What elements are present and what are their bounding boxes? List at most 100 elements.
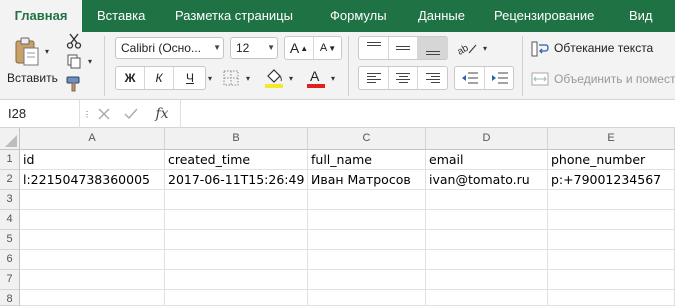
orientation-dropdown-icon[interactable]: ▾ xyxy=(480,42,490,54)
cell-a4[interactable] xyxy=(20,210,165,230)
cell-e4[interactable] xyxy=(548,210,675,230)
cell-e6[interactable] xyxy=(548,250,675,270)
borders-dropdown-icon[interactable]: ▾ xyxy=(243,72,253,84)
row-header[interactable]: 7 xyxy=(0,270,20,290)
borders-icon[interactable] xyxy=(220,68,242,88)
cell-c8[interactable] xyxy=(308,290,426,306)
name-box[interactable]: I28 xyxy=(0,100,80,128)
cell-d7[interactable] xyxy=(426,270,548,290)
paste-label[interactable]: Вставить xyxy=(7,71,58,85)
cell-b7[interactable] xyxy=(165,270,308,290)
cell-c2[interactable]: Иван Матросов xyxy=(308,170,426,190)
enter-icon[interactable] xyxy=(121,104,141,124)
select-all-corner[interactable] xyxy=(0,128,20,150)
cell-a8[interactable] xyxy=(20,290,165,306)
row-header[interactable]: 1 xyxy=(0,150,20,170)
cell-c4[interactable] xyxy=(308,210,426,230)
cell-c5[interactable] xyxy=(308,230,426,250)
name-box-dropdown-icon[interactable]: ⋮ xyxy=(82,107,92,121)
underline-button[interactable]: Ч xyxy=(174,67,206,89)
cell-c3[interactable] xyxy=(308,190,426,210)
align-top-button[interactable] xyxy=(359,37,389,59)
paste-dropdown-icon[interactable]: ▾ xyxy=(42,46,52,56)
align-center-button[interactable] xyxy=(389,67,418,89)
cell-a3[interactable] xyxy=(20,190,165,210)
fill-color-icon[interactable] xyxy=(262,66,286,90)
column-header-a[interactable]: A xyxy=(20,128,165,150)
font-color-icon[interactable]: A xyxy=(304,66,328,90)
cell-d8[interactable] xyxy=(426,290,548,306)
cell-d6[interactable] xyxy=(426,250,548,270)
font-family-select[interactable]: Calibri (Осно... ▼ xyxy=(115,37,224,59)
cell-d5[interactable] xyxy=(426,230,548,250)
italic-button[interactable]: К xyxy=(145,67,174,89)
merge-center-icon[interactable] xyxy=(529,70,551,88)
cell-b6[interactable] xyxy=(165,250,308,270)
cell-c1[interactable]: full_name xyxy=(308,150,426,170)
formula-input[interactable] xyxy=(180,100,675,128)
cell-a6[interactable] xyxy=(20,250,165,270)
row-header[interactable]: 2 xyxy=(0,170,20,190)
wrap-text-icon[interactable] xyxy=(529,40,551,58)
paste-icon[interactable] xyxy=(12,36,42,68)
tab-insert[interactable]: Вставка xyxy=(97,0,145,32)
column-header-e[interactable]: E xyxy=(548,128,675,150)
cell-d4[interactable] xyxy=(426,210,548,230)
decrease-font-size-button[interactable]: A ▼ xyxy=(314,37,342,59)
cell-b4[interactable] xyxy=(165,210,308,230)
increase-indent-button[interactable] xyxy=(485,67,514,89)
tab-view[interactable]: Вид xyxy=(629,0,653,32)
tab-home[interactable]: Главная xyxy=(0,0,82,32)
merge-center-button[interactable]: Объединить и поместить xyxy=(554,72,675,86)
cell-d3[interactable] xyxy=(426,190,548,210)
align-right-button[interactable] xyxy=(418,67,448,89)
cell-d1[interactable]: email xyxy=(426,150,548,170)
format-painter-icon[interactable] xyxy=(64,74,84,94)
cell-a5[interactable] xyxy=(20,230,165,250)
cell-b2[interactable]: 2017-06-11T15:26:49 xyxy=(165,170,308,190)
wrap-text-button[interactable]: Обтекание текста xyxy=(554,41,653,55)
font-size-select[interactable]: 12 ▼ xyxy=(230,37,278,59)
cell-e1[interactable]: phone_number xyxy=(548,150,675,170)
cell-b5[interactable] xyxy=(165,230,308,250)
row-header[interactable]: 6 xyxy=(0,250,20,270)
row-header[interactable]: 8 xyxy=(0,290,20,306)
insert-function-button[interactable]: fx xyxy=(151,104,173,124)
increase-font-size-button[interactable]: A ▲ xyxy=(285,37,314,59)
font-color-dropdown-icon[interactable]: ▾ xyxy=(328,72,338,84)
column-header-b[interactable]: B xyxy=(165,128,308,150)
bold-button[interactable]: Ж xyxy=(116,67,145,89)
row-header[interactable]: 3 xyxy=(0,190,20,210)
underline-dropdown-icon[interactable]: ▾ xyxy=(205,72,215,84)
align-bottom-button[interactable] xyxy=(418,37,448,59)
row-header[interactable]: 4 xyxy=(0,210,20,230)
cell-d2[interactable]: ivan@tomato.ru xyxy=(426,170,548,190)
column-header-d[interactable]: D xyxy=(426,128,548,150)
cell-c7[interactable] xyxy=(308,270,426,290)
copy-dropdown-icon[interactable]: ▾ xyxy=(85,56,95,66)
cell-e5[interactable] xyxy=(548,230,675,250)
fill-color-dropdown-icon[interactable]: ▾ xyxy=(286,72,296,84)
text-orientation-icon[interactable]: ab xyxy=(454,38,480,58)
tab-formulas[interactable]: Формулы xyxy=(330,0,387,32)
cell-b8[interactable] xyxy=(165,290,308,306)
row-header[interactable]: 5 xyxy=(0,230,20,250)
cell-b3[interactable] xyxy=(165,190,308,210)
cell-a2[interactable]: l:221504738360005 xyxy=(20,170,165,190)
column-header-c[interactable]: C xyxy=(308,128,426,150)
decrease-indent-button[interactable] xyxy=(455,67,485,89)
align-left-button[interactable] xyxy=(359,67,389,89)
tab-review[interactable]: Рецензирование xyxy=(494,0,594,32)
cancel-icon[interactable] xyxy=(94,104,114,124)
tab-data[interactable]: Данные xyxy=(418,0,465,32)
cell-a7[interactable] xyxy=(20,270,165,290)
cell-a1[interactable]: id xyxy=(20,150,165,170)
cell-e8[interactable] xyxy=(548,290,675,306)
cut-icon[interactable] xyxy=(64,32,84,50)
align-middle-button[interactable] xyxy=(389,37,418,59)
cell-e7[interactable] xyxy=(548,270,675,290)
cell-e3[interactable] xyxy=(548,190,675,210)
cell-e2[interactable]: p:+79001234567 xyxy=(548,170,675,190)
tab-page-layout[interactable]: Разметка страницы xyxy=(175,0,293,32)
cell-b1[interactable]: created_time xyxy=(165,150,308,170)
